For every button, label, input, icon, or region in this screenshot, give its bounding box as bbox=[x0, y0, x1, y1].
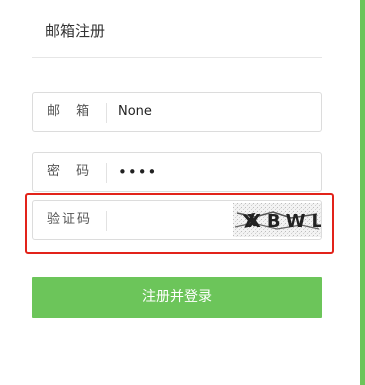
field-separator bbox=[106, 163, 107, 183]
captcha-highlight-box bbox=[25, 193, 334, 254]
password-field[interactable]: 密 码 •••• bbox=[32, 152, 322, 192]
email-value[interactable]: None bbox=[118, 93, 152, 131]
register-login-button[interactable]: 注册并登录 bbox=[32, 277, 322, 318]
email-label: 邮 箱 bbox=[47, 104, 96, 119]
title-divider bbox=[32, 57, 322, 58]
register-panel: 邮箱注册 邮 箱 None 密 码 •••• 验证码 X XBWL 注册并登录 bbox=[0, 0, 360, 385]
field-separator bbox=[106, 103, 107, 123]
page-title: 邮箱注册 bbox=[45, 22, 106, 40]
password-value[interactable]: •••• bbox=[118, 153, 157, 191]
password-label: 密 码 bbox=[47, 164, 96, 179]
email-field[interactable]: 邮 箱 None bbox=[32, 92, 322, 132]
